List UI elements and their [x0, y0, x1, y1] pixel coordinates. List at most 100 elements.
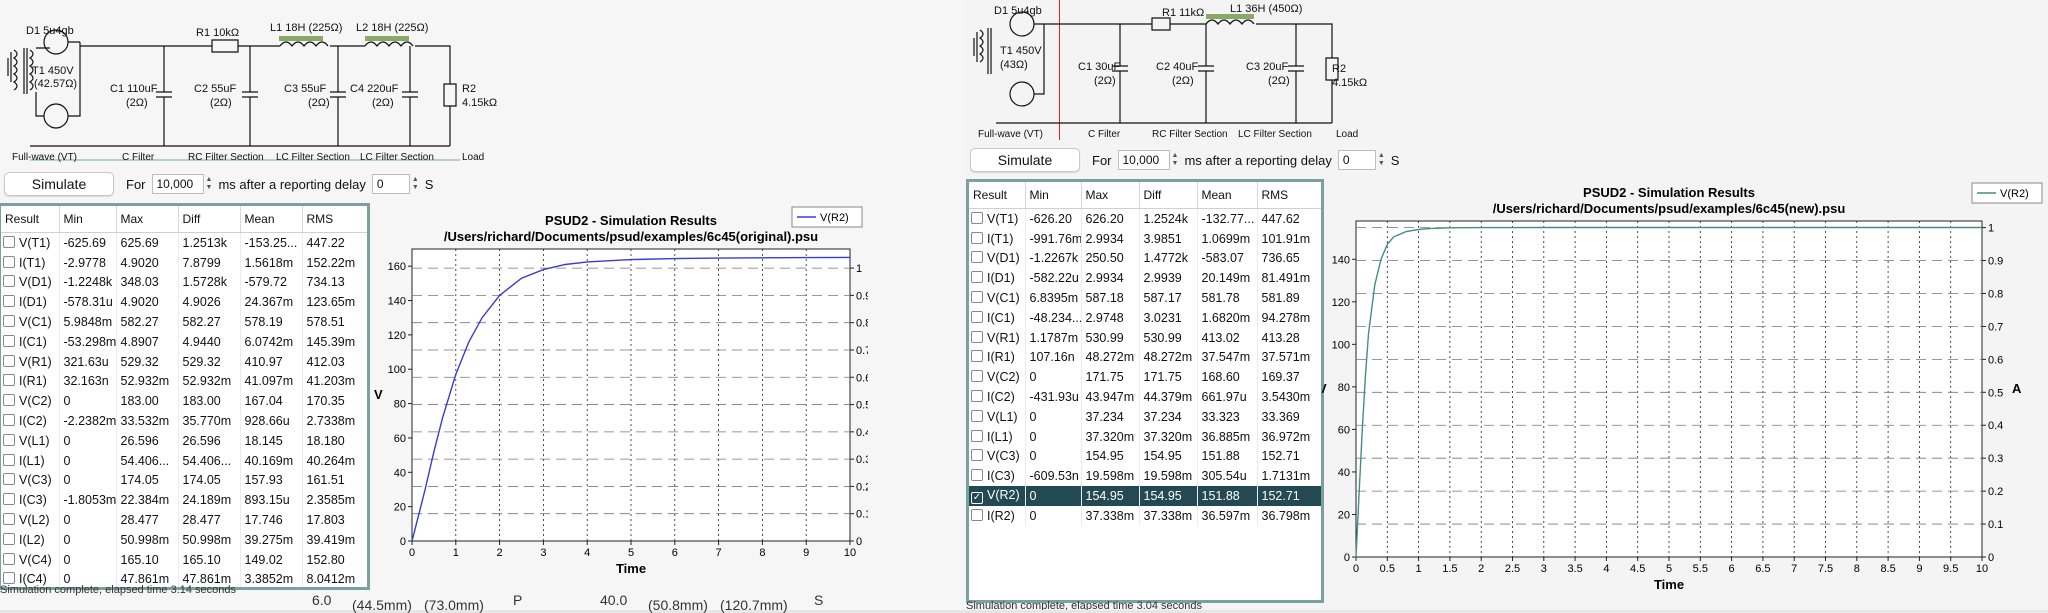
result-checkbox[interactable]: [971, 390, 983, 403]
table-row[interactable]: V(T1) -626.20 626.20 1.2524k -132.77... 447.6…: [969, 208, 1321, 229]
table-row[interactable]: V(R1) 1.1787m 530.99 530.99 413.02 413.28: [969, 327, 1321, 348]
table-row[interactable]: I(T1) -991.76m 2.9934 3.9851 1.0699m 101.91m: [969, 228, 1321, 249]
result-checkbox[interactable]: [3, 295, 15, 308]
result-checkbox[interactable]: [971, 469, 983, 482]
label-l1: L1 18H (225Ω): [270, 22, 342, 34]
table-row[interactable]: V(C3) 0 154.95 154.95 151.88 152.71: [969, 446, 1321, 467]
table-row[interactable]: I(L1) 0 37.320m 37.320m 36.885m 36.972m: [969, 426, 1321, 447]
delay-field[interactable]: 0: [1337, 150, 1376, 170]
result-checkbox[interactable]: [971, 271, 983, 284]
table-row[interactable]: I(D1) -578.31u 4.9020 4.9026 24.367m 123.65m: [1, 292, 367, 313]
table-row[interactable]: V(L2) 0 28.477 28.477 17.746 17.803: [1, 510, 367, 530]
table-row[interactable]: ✓ V(R2) 0 154.95 154.95 151.88 152.71: [969, 486, 1321, 506]
table-row[interactable]: V(C3) 0 174.05 174.05 157.93 161.51: [1, 470, 367, 491]
value-cell: 582.27: [178, 312, 241, 332]
result-checkbox[interactable]: [3, 513, 15, 526]
table-row[interactable]: V(C2) 0 171.75 171.75 168.60 169.37: [969, 367, 1321, 388]
x-tick-label: 8: [1854, 563, 1860, 575]
result-checkbox[interactable]: [3, 532, 15, 545]
table-row[interactable]: V(L1) 0 26.596 26.596 18.145 18.180: [1, 430, 367, 451]
table-row[interactable]: V(T1) -625.69 625.69 1.2513k -153.25... 447.2…: [1, 232, 367, 253]
duration-field[interactable]: 10,000: [1117, 150, 1170, 170]
table-row[interactable]: I(C2) -431.93u 43.947m 44.379m 661.97u 3.5430…: [969, 387, 1321, 407]
result-name-cell: V(T1): [969, 208, 1026, 229]
result-checkbox[interactable]: [3, 453, 15, 466]
result-checkbox[interactable]: [971, 409, 983, 422]
result-checkbox[interactable]: [3, 374, 15, 387]
table-row[interactable]: I(C2) -2.2382m 33.532m 35.770m 928.66u 2.7338…: [1, 411, 367, 431]
result-checkbox[interactable]: [971, 330, 983, 343]
result-checkbox[interactable]: [971, 508, 983, 521]
column-header[interactable]: Min: [59, 206, 117, 233]
value-cell: 0: [59, 450, 117, 471]
result-checkbox[interactable]: [3, 473, 15, 486]
table-row[interactable]: V(R1) 321.63u 529.32 529.32 410.97 412.03: [1, 351, 367, 372]
delay-stepper[interactable]: ▲ ▼: [412, 176, 419, 192]
table-row[interactable]: V(C4) 0 165.10 165.10 149.02 152.80: [1, 549, 367, 570]
result-checkbox[interactable]: [971, 350, 983, 363]
result-name: V(C2): [19, 394, 52, 409]
result-checkbox[interactable]: [3, 433, 15, 446]
column-header[interactable]: Max: [1081, 182, 1140, 209]
delay-stepper[interactable]: ▲ ▼: [1378, 152, 1385, 168]
simulate-button[interactable]: Simulate: [970, 148, 1080, 172]
result-checkbox[interactable]: [971, 291, 983, 304]
column-header[interactable]: Result: [1, 206, 60, 233]
value-cell: 26.596: [116, 430, 179, 451]
delay-field[interactable]: 0: [371, 174, 410, 194]
table-row[interactable]: V(D1) -1.2267k 250.50 1.4772k -583.07 736.65: [969, 248, 1321, 269]
column-header[interactable]: RMS: [302, 206, 367, 233]
result-checkbox[interactable]: [971, 370, 983, 383]
table-row[interactable]: V(D1) -1.2248k 348.03 1.5728k -579.72 734.13: [1, 272, 367, 293]
value-cell: 33.532m: [116, 411, 179, 431]
table-row[interactable]: V(C2) 0 183.00 183.00 167.04 170.35: [1, 391, 367, 412]
column-header[interactable]: Mean: [1197, 182, 1258, 209]
table-row[interactable]: I(D1) -582.22u 2.9934 2.9939 20.149m 81.491m: [969, 268, 1321, 289]
column-header[interactable]: Result: [969, 182, 1026, 209]
result-checkbox[interactable]: ✓: [971, 492, 983, 505]
table-row[interactable]: I(L2) 0 50.998m 50.998m 39.275m 39.419m: [1, 529, 367, 550]
result-checkbox[interactable]: [971, 429, 983, 442]
column-header[interactable]: Max: [116, 206, 179, 233]
table-row[interactable]: I(R1) 107.16n 48.272m 48.272m 37.547m 37.571m: [969, 347, 1321, 368]
result-checkbox[interactable]: [3, 493, 15, 506]
duration-stepper[interactable]: ▲ ▼: [1172, 152, 1179, 168]
table-row[interactable]: I(L1) 0 54.406... 54.406... 40.169m 40.264m: [1, 450, 367, 471]
table-row[interactable]: I(C1) -53.298m 4.8907 4.9440 6.0742m 145.39m: [1, 331, 367, 352]
duration-stepper[interactable]: ▲ ▼: [206, 176, 213, 192]
table-row[interactable]: I(C1) -48.234... 2.9748 3.0231 1.6820m 94.278…: [969, 307, 1321, 328]
result-checkbox[interactable]: [3, 334, 15, 347]
result-checkbox[interactable]: [971, 211, 983, 224]
value-cell: 4.9020: [116, 292, 179, 313]
result-checkbox[interactable]: [971, 310, 983, 323]
result-checkbox[interactable]: [3, 354, 15, 367]
table-row[interactable]: V(C1) 6.8395m 587.18 587.17 581.78 581.89: [969, 288, 1321, 308]
column-header[interactable]: RMS: [1257, 182, 1321, 209]
column-header[interactable]: Min: [1025, 182, 1082, 209]
column-header[interactable]: Diff: [1139, 182, 1198, 209]
column-header[interactable]: Mean: [240, 206, 303, 233]
simulate-button[interactable]: Simulate: [4, 172, 114, 196]
column-header[interactable]: Diff: [178, 206, 241, 233]
result-checkbox[interactable]: [971, 449, 983, 462]
result-name-cell: I(C1): [1, 331, 60, 352]
result-checkbox[interactable]: [3, 394, 15, 407]
result-checkbox[interactable]: [3, 414, 15, 427]
result-checkbox[interactable]: [971, 251, 983, 264]
result-checkbox[interactable]: [3, 255, 15, 268]
table-row[interactable]: I(C3) -1.8053m 22.384m 24.189m 893.15u 2.3585…: [1, 490, 367, 511]
table-row[interactable]: V(L1) 0 37.234 37.234 33.323 33.369: [969, 406, 1321, 427]
table-row[interactable]: I(T1) -2.9778 4.9020 7.8799 1.5618m 152.22m: [1, 252, 367, 273]
result-checkbox[interactable]: [3, 235, 15, 248]
result-checkbox[interactable]: [3, 315, 15, 328]
result-checkbox[interactable]: [971, 231, 983, 244]
table-row[interactable]: I(C3) -609.53n 19.598m 19.598m 305.54u 1.7131…: [969, 466, 1321, 487]
result-checkbox[interactable]: [3, 572, 15, 585]
table-row[interactable]: I(R2) 0 37.338m 37.338m 36.597m 36.798m: [969, 505, 1321, 526]
result-name: V(C2): [987, 370, 1020, 385]
result-checkbox[interactable]: [3, 552, 15, 565]
table-row[interactable]: V(C1) 5.9848m 582.27 582.27 578.19 578.51: [1, 312, 367, 332]
duration-field[interactable]: 10,000: [151, 174, 204, 194]
result-checkbox[interactable]: [3, 275, 15, 288]
table-row[interactable]: I(R1) 32.163n 52.932m 52.932m 41.097m 41.203m: [1, 371, 367, 392]
